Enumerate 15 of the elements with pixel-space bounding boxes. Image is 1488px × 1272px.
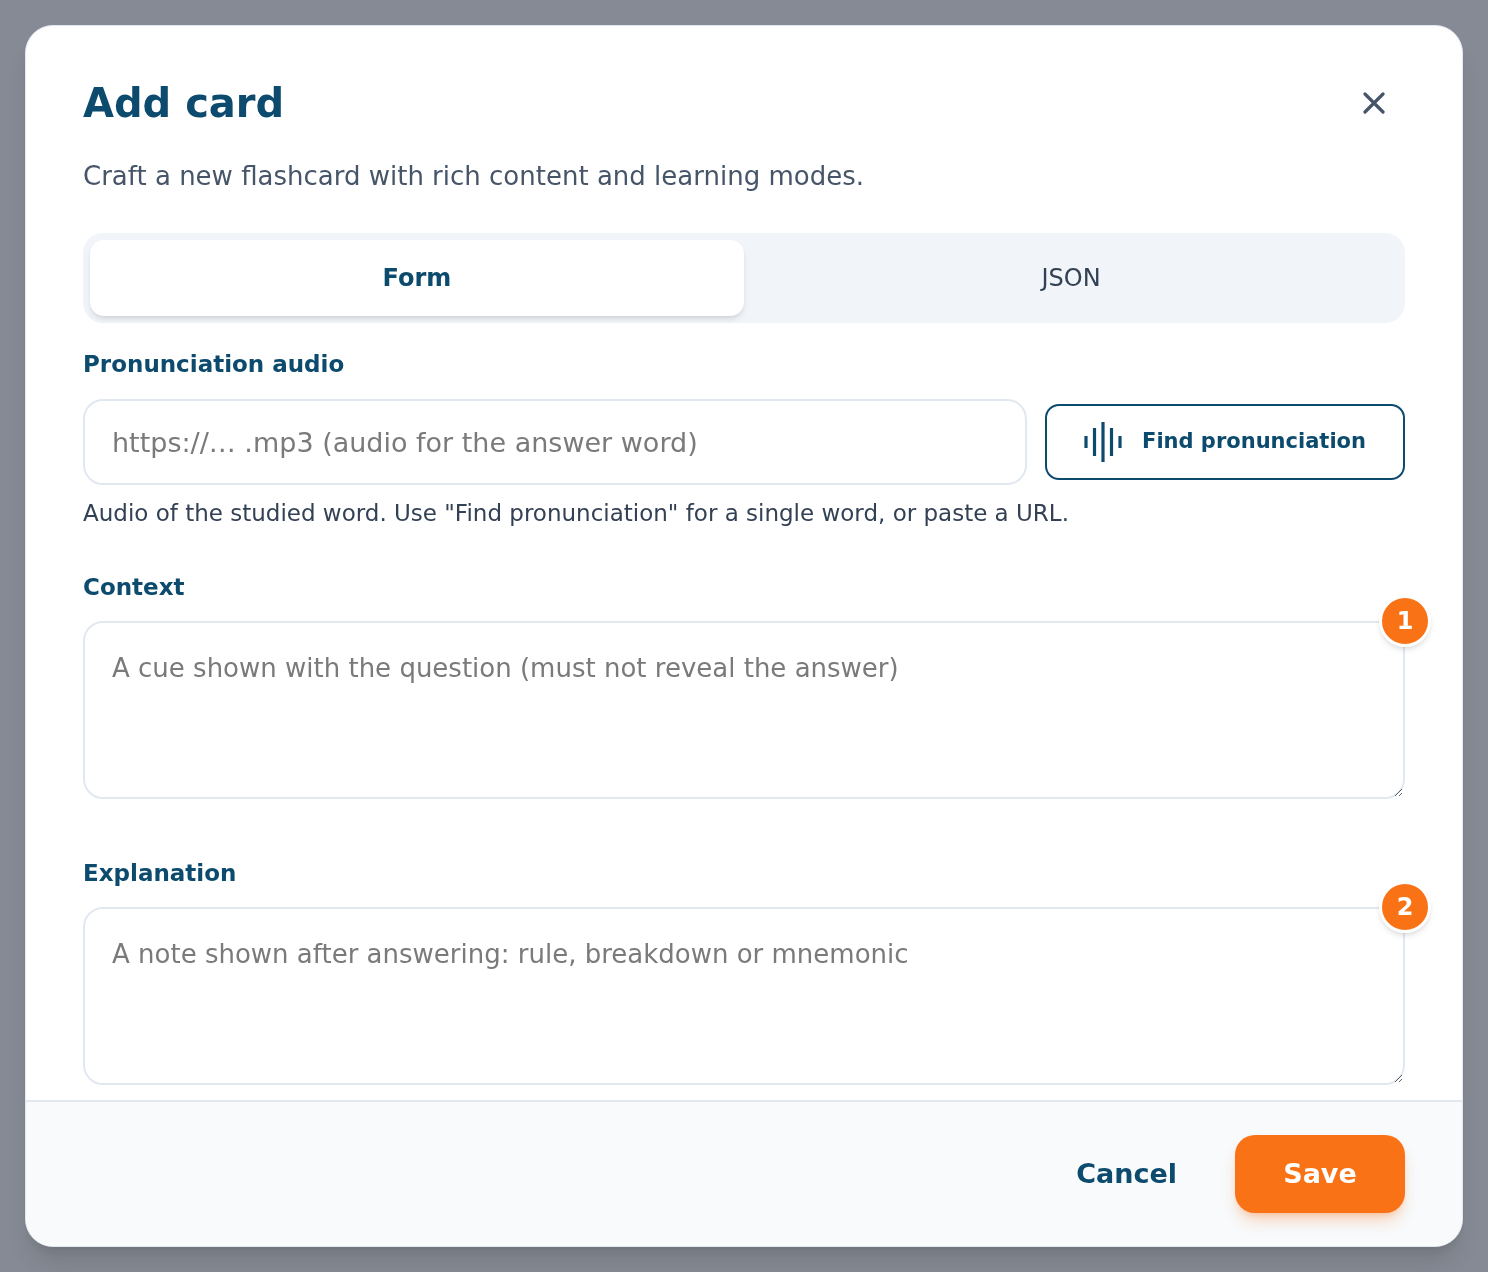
dialog-title: Add card bbox=[83, 79, 285, 128]
dialog-subtitle: Craft a new flashcard with rich content and learning modes. bbox=[83, 160, 865, 193]
tab[interactable]: JSON bbox=[744, 240, 1398, 316]
cancel-button[interactable]: Cancel bbox=[1076, 1153, 1177, 1195]
field-label: Explanation bbox=[83, 859, 237, 888]
number-badge: 1 bbox=[1379, 595, 1431, 647]
waveform-icon bbox=[1084, 422, 1123, 462]
field-label: Pronunciation audio bbox=[83, 350, 345, 379]
close-icon bbox=[1363, 92, 1385, 114]
help-text: Audio of the studied word. Use "Find pronunciation" for a single word, or paste a URL. bbox=[83, 499, 1070, 528]
audio-url-field[interactable]: https://… .mp3 (audio for the answer word) bbox=[83, 399, 1027, 485]
find-pronunciation-button[interactable]: Find pronunciation bbox=[1045, 404, 1405, 480]
field-label: Context bbox=[83, 573, 185, 602]
number-badge: 2 bbox=[1379, 881, 1431, 933]
tab[interactable]: Form bbox=[90, 240, 744, 316]
